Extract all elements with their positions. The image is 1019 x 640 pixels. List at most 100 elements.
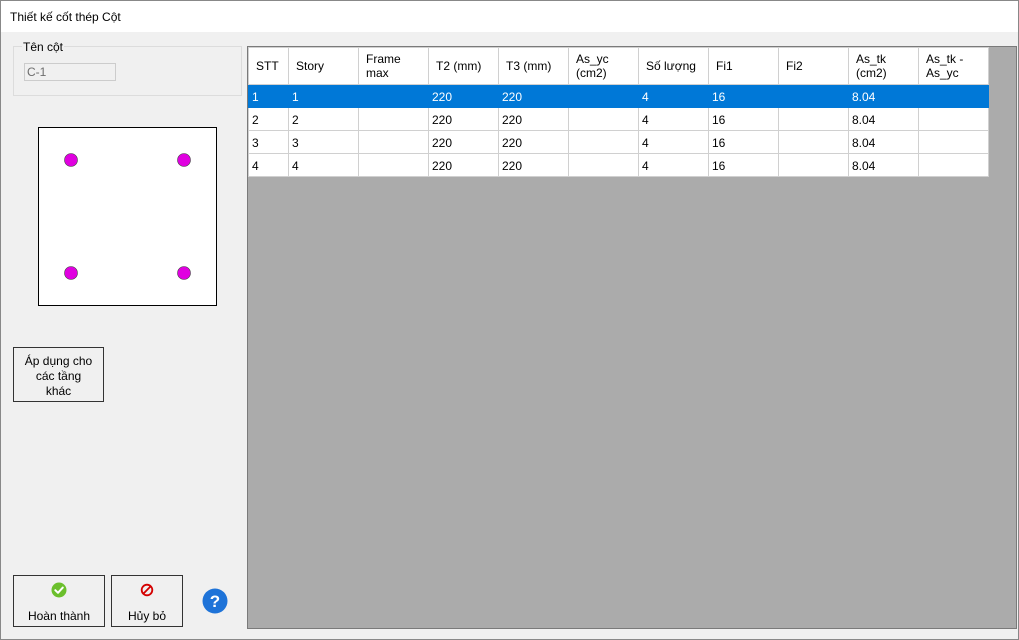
cell-t2[interactable]: 220	[428, 153, 499, 177]
cell-story[interactable]: 3	[288, 130, 359, 154]
cell-diff[interactable]	[918, 107, 989, 131]
column-header[interactable]: As_tk (cm2)	[848, 47, 919, 85]
column-name-group: Tên cột	[13, 40, 242, 96]
cell-frame[interactable]	[358, 84, 429, 108]
rebar-grid[interactable]: STT Story Frame max T2 (mm) T3 (mm) As_yc (cm2)…	[247, 46, 1017, 629]
rebar-bottom-right	[177, 266, 191, 280]
cell-as-tk[interactable]: 8.04	[848, 130, 919, 154]
cell-t3[interactable]: 220	[498, 84, 569, 108]
cell-as-yc[interactable]	[568, 130, 639, 154]
cell-stt[interactable]: 4	[248, 153, 289, 177]
cell-as-tk[interactable]: 8.04	[848, 107, 919, 131]
rebar-bottom-left	[64, 266, 78, 280]
cell-t2[interactable]: 220	[428, 130, 499, 154]
done-button[interactable]: Hoàn thành	[13, 575, 105, 627]
cell-as-tk[interactable]: 8.04	[848, 153, 919, 177]
apply-label-line3: khác	[45, 384, 72, 398]
column-header-line1: STT	[256, 59, 279, 73]
column-header-line2: (cm2)	[576, 66, 607, 80]
done-label: Hoàn thành	[27, 609, 91, 623]
cell-t3[interactable]: 220	[498, 130, 569, 154]
rebar-top-right	[177, 153, 191, 167]
column-header[interactable]: T2 (mm)	[428, 47, 499, 85]
cell-fi2[interactable]	[778, 153, 849, 177]
cell-as-yc[interactable]	[568, 107, 639, 131]
cell-t2[interactable]: 220	[428, 107, 499, 131]
cell-as-yc[interactable]	[568, 84, 639, 108]
cell-qty[interactable]: 4	[638, 84, 709, 108]
section-preview	[38, 127, 217, 306]
column-header-line2: As_yc	[926, 66, 959, 80]
apply-to-other-stories-button[interactable]: Áp dụng cho các tầng khác	[13, 347, 104, 402]
cell-story[interactable]: 4	[288, 153, 359, 177]
design-window: Thiết kế cốt thép Cột Tên cột Áp dụng ch…	[0, 0, 1019, 640]
column-header[interactable]: T3 (mm)	[498, 47, 569, 85]
cell-story[interactable]: 1	[288, 84, 359, 108]
column-header-line2: (cm2)	[856, 66, 887, 80]
column-header[interactable]: Fi1	[708, 47, 779, 85]
column-header-line1: Frame	[366, 52, 401, 66]
table-row[interactable]: 3 3 220 220 4 16 8.04	[248, 130, 989, 154]
column-header-line1: Story	[296, 59, 325, 73]
cell-diff[interactable]	[918, 130, 989, 154]
column-header-line1: T2 (mm)	[436, 59, 482, 73]
cell-fi2[interactable]	[778, 130, 849, 154]
column-header-line1: Số lượng	[646, 59, 696, 73]
cell-stt[interactable]: 3	[248, 130, 289, 154]
title-bar: Thiết kế cốt thép Cột	[1, 1, 1018, 32]
column-header-line1: Fi2	[786, 59, 803, 73]
column-header[interactable]: Frame max	[358, 47, 429, 85]
cell-t3[interactable]: 220	[498, 107, 569, 131]
column-header-line1: As_tk	[856, 52, 887, 66]
column-name-label: Tên cột	[22, 40, 65, 54]
column-header-line1: T3 (mm)	[506, 59, 552, 73]
cell-frame[interactable]	[358, 153, 429, 177]
cell-frame[interactable]	[358, 107, 429, 131]
apply-label-line1: Áp dụng cho	[24, 354, 93, 368]
cell-fi2[interactable]	[778, 107, 849, 131]
column-header[interactable]: As_yc (cm2)	[568, 47, 639, 85]
question-icon: ?	[202, 588, 228, 614]
column-header[interactable]: Story	[288, 47, 359, 85]
help-button[interactable]: ?	[202, 588, 228, 614]
column-header-line1: As_tk -	[926, 52, 964, 66]
cell-as-yc[interactable]	[568, 153, 639, 177]
cell-fi2[interactable]	[778, 84, 849, 108]
column-header-line2: max	[366, 66, 389, 80]
cell-diff[interactable]	[918, 153, 989, 177]
window-title: Thiết kế cốt thép Cột	[10, 10, 121, 24]
cell-frame[interactable]	[358, 130, 429, 154]
cell-as-tk[interactable]: 8.04	[848, 84, 919, 108]
cell-fi1[interactable]: 16	[708, 153, 779, 177]
prohibited-icon	[112, 582, 182, 598]
apply-label-line2: các tầng	[35, 369, 82, 383]
check-icon	[14, 582, 104, 598]
table-row[interactable]: 1 1 220 220 4 16 8.04	[248, 84, 989, 108]
cell-qty[interactable]: 4	[638, 107, 709, 131]
cell-t3[interactable]: 220	[498, 153, 569, 177]
cell-t2[interactable]: 220	[428, 84, 499, 108]
column-header[interactable]: As_tk - As_yc	[918, 47, 989, 85]
cell-story[interactable]: 2	[288, 107, 359, 131]
cell-fi1[interactable]: 16	[708, 130, 779, 154]
cell-fi1[interactable]: 16	[708, 107, 779, 131]
column-header[interactable]: Fi2	[778, 47, 849, 85]
column-header-line1: Fi1	[716, 59, 733, 73]
cancel-label: Hủy bỏ	[127, 609, 167, 623]
column-name-field[interactable]	[24, 63, 116, 81]
cell-qty[interactable]: 4	[638, 130, 709, 154]
table-row[interactable]: 4 4 220 220 4 16 8.04	[248, 153, 989, 177]
svg-text:?: ?	[210, 592, 220, 611]
cell-diff[interactable]	[918, 84, 989, 108]
column-header[interactable]: STT	[248, 47, 289, 85]
cell-stt[interactable]: 1	[248, 84, 289, 108]
cancel-button[interactable]: Hủy bỏ	[111, 575, 183, 627]
table-header-row: STT Story Frame max T2 (mm) T3 (mm) As_yc (cm2)…	[248, 47, 989, 85]
cell-fi1[interactable]: 16	[708, 84, 779, 108]
column-header[interactable]: Số lượng	[638, 47, 709, 85]
cell-stt[interactable]: 2	[248, 107, 289, 131]
column-header-line1: As_yc	[576, 52, 609, 66]
table-row[interactable]: 2 2 220 220 4 16 8.04	[248, 107, 989, 131]
section-preview-drawing	[64, 153, 191, 280]
cell-qty[interactable]: 4	[638, 153, 709, 177]
